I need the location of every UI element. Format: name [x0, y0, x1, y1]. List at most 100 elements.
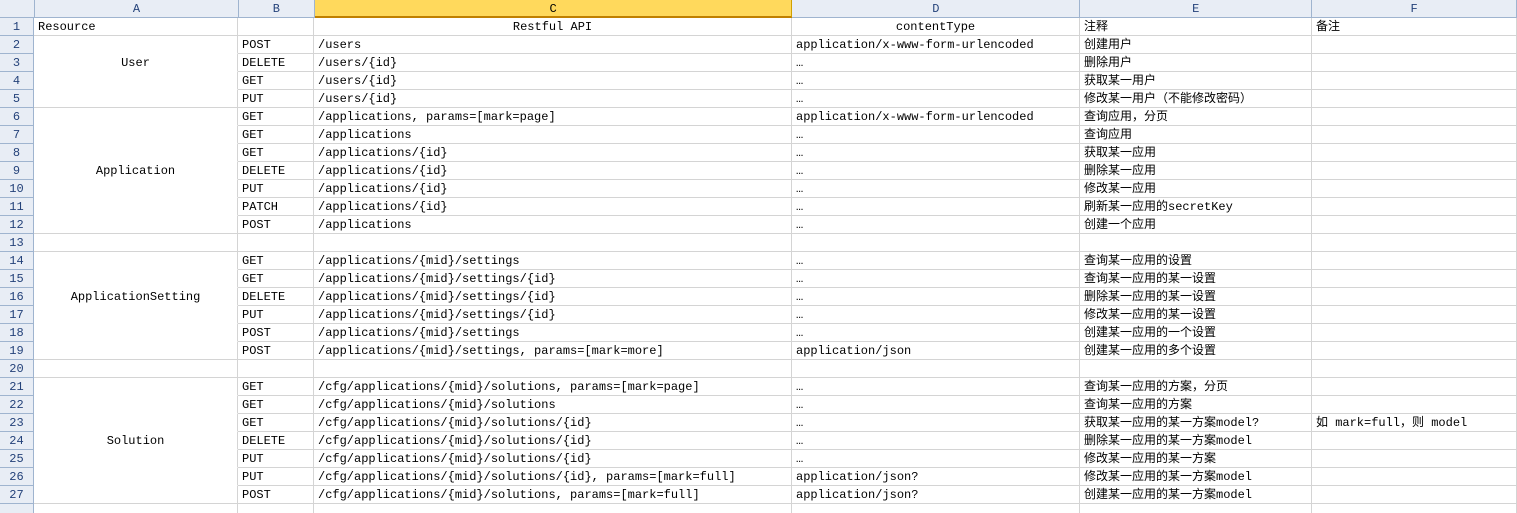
cell-D12[interactable]: … — [792, 216, 1080, 234]
cell-A9[interactable]: Application — [34, 162, 238, 180]
cell-E6[interactable]: 查询应用，分页 — [1080, 108, 1312, 126]
cell-B8[interactable]: GET — [238, 144, 314, 162]
cell-D21[interactable]: … — [792, 378, 1080, 396]
row-header[interactable]: 8 — [0, 144, 34, 162]
cell-E9[interactable]: 删除某一应用 — [1080, 162, 1312, 180]
cell-D6[interactable]: application/x-www-form-urlencoded — [792, 108, 1080, 126]
cell-E16[interactable]: 删除某一应用的某一设置 — [1080, 288, 1312, 306]
cell-F9[interactable] — [1312, 162, 1517, 180]
cell-C14[interactable]: /applications/{mid}/settings — [314, 252, 792, 270]
column-header-C[interactable]: C — [315, 0, 793, 18]
cell-F7[interactable] — [1312, 126, 1517, 144]
cell-D19[interactable]: application/json — [792, 342, 1080, 360]
cell-C1[interactable]: Restful API — [314, 18, 792, 36]
cell-F13[interactable] — [1312, 234, 1517, 252]
cell-E22[interactable]: 查询某一应用的方案 — [1080, 396, 1312, 414]
cell-A11[interactable] — [34, 198, 238, 216]
cell-E21[interactable]: 查询某一应用的方案，分页 — [1080, 378, 1312, 396]
cell-D20[interactable] — [792, 360, 1080, 378]
cell-B9[interactable]: DELETE — [238, 162, 314, 180]
cell-F3[interactable] — [1312, 54, 1517, 72]
cell-F10[interactable] — [1312, 180, 1517, 198]
cell-C19[interactable]: /applications/{mid}/settings, params=[ma… — [314, 342, 792, 360]
cell-E18[interactable]: 创建某一应用的一个设置 — [1080, 324, 1312, 342]
cell-D26[interactable]: application/json? — [792, 468, 1080, 486]
row-header[interactable]: 9 — [0, 162, 34, 180]
cell-F5[interactable] — [1312, 90, 1517, 108]
cell-C18[interactable]: /applications/{mid}/settings — [314, 324, 792, 342]
cell-E24[interactable]: 删除某一应用的某一方案model — [1080, 432, 1312, 450]
cell-B7[interactable]: GET — [238, 126, 314, 144]
cell-C17[interactable]: /applications/{mid}/settings/{id} — [314, 306, 792, 324]
row-header[interactable]: 4 — [0, 72, 34, 90]
row-header[interactable]: 10 — [0, 180, 34, 198]
cell-D7[interactable]: … — [792, 126, 1080, 144]
cell-C21[interactable]: /cfg/applications/{mid}/solutions, param… — [314, 378, 792, 396]
cell-D23[interactable]: … — [792, 414, 1080, 432]
cell-A2[interactable] — [34, 36, 238, 54]
cell-B1[interactable] — [238, 18, 314, 36]
column-header-E[interactable]: E — [1080, 0, 1312, 18]
cell-A5[interactable] — [34, 90, 238, 108]
row-header[interactable]: 14 — [0, 252, 34, 270]
row-header[interactable]: 20 — [0, 360, 34, 378]
cell-B16[interactable]: DELETE — [238, 288, 314, 306]
cell-F27[interactable] — [1312, 486, 1517, 504]
cell-B14[interactable]: GET — [238, 252, 314, 270]
row-header[interactable]: 26 — [0, 468, 34, 486]
cell-B19[interactable]: POST — [238, 342, 314, 360]
cell-E5[interactable]: 修改某一用户（不能修改密码） — [1080, 90, 1312, 108]
cell-B18[interactable]: POST — [238, 324, 314, 342]
cell-C11[interactable]: /applications/{id} — [314, 198, 792, 216]
cell-E4[interactable]: 获取某一用户 — [1080, 72, 1312, 90]
cell-A22[interactable] — [34, 396, 238, 414]
cell-C5[interactable]: /users/{id} — [314, 90, 792, 108]
cell-D4[interactable]: … — [792, 72, 1080, 90]
row-header[interactable]: 15 — [0, 270, 34, 288]
cell-F11[interactable] — [1312, 198, 1517, 216]
cell-C22[interactable]: /cfg/applications/{mid}/solutions — [314, 396, 792, 414]
cell-A20[interactable] — [34, 360, 238, 378]
cell-C13[interactable] — [314, 234, 792, 252]
cell-D1[interactable]: contentType — [792, 18, 1080, 36]
cell-A6[interactable] — [34, 108, 238, 126]
row-header[interactable]: 6 — [0, 108, 34, 126]
row-header[interactable]: 7 — [0, 126, 34, 144]
cell-A27[interactable] — [34, 486, 238, 504]
cell-C10[interactable]: /applications/{id} — [314, 180, 792, 198]
cell-A7[interactable] — [34, 126, 238, 144]
cell-F6[interactable] — [1312, 108, 1517, 126]
cell-F8[interactable] — [1312, 144, 1517, 162]
cell-C4[interactable]: /users/{id} — [314, 72, 792, 90]
cell-B3[interactable]: DELETE — [238, 54, 314, 72]
cell-B11[interactable]: PATCH — [238, 198, 314, 216]
cell-C20[interactable] — [314, 360, 792, 378]
cell-C6[interactable]: /applications, params=[mark=page] — [314, 108, 792, 126]
cell-D2[interactable]: application/x-www-form-urlencoded — [792, 36, 1080, 54]
cell-D15[interactable]: … — [792, 270, 1080, 288]
cell-F21[interactable] — [1312, 378, 1517, 396]
row-header[interactable]: 17 — [0, 306, 34, 324]
cell-F19[interactable] — [1312, 342, 1517, 360]
cell-F25[interactable] — [1312, 450, 1517, 468]
cell-B26[interactable]: PUT — [238, 468, 314, 486]
cell-B17[interactable]: PUT — [238, 306, 314, 324]
cell-A1[interactable]: Resource — [34, 18, 238, 36]
cell-C27[interactable]: /cfg/applications/{mid}/solutions, param… — [314, 486, 792, 504]
cell-D14[interactable]: … — [792, 252, 1080, 270]
cell-C15[interactable]: /applications/{mid}/settings/{id} — [314, 270, 792, 288]
row-header[interactable]: 5 — [0, 90, 34, 108]
spreadsheet[interactable]: A B C D E F 1 Resource Restful API conte… — [0, 0, 1517, 513]
cell-B24[interactable]: DELETE — [238, 432, 314, 450]
cell-B2[interactable]: POST — [238, 36, 314, 54]
cell-C12[interactable]: /applications — [314, 216, 792, 234]
cell-E20[interactable] — [1080, 360, 1312, 378]
cell-A13[interactable] — [34, 234, 238, 252]
cell-E26[interactable]: 修改某一应用的某一方案model — [1080, 468, 1312, 486]
cell-F23[interactable]: 如 mark=full，则 model — [1312, 414, 1517, 432]
row-header[interactable]: 12 — [0, 216, 34, 234]
cell-F26[interactable] — [1312, 468, 1517, 486]
cell-E15[interactable]: 查询某一应用的某一设置 — [1080, 270, 1312, 288]
cell-A24[interactable]: Solution — [34, 432, 238, 450]
cell-A8[interactable] — [34, 144, 238, 162]
